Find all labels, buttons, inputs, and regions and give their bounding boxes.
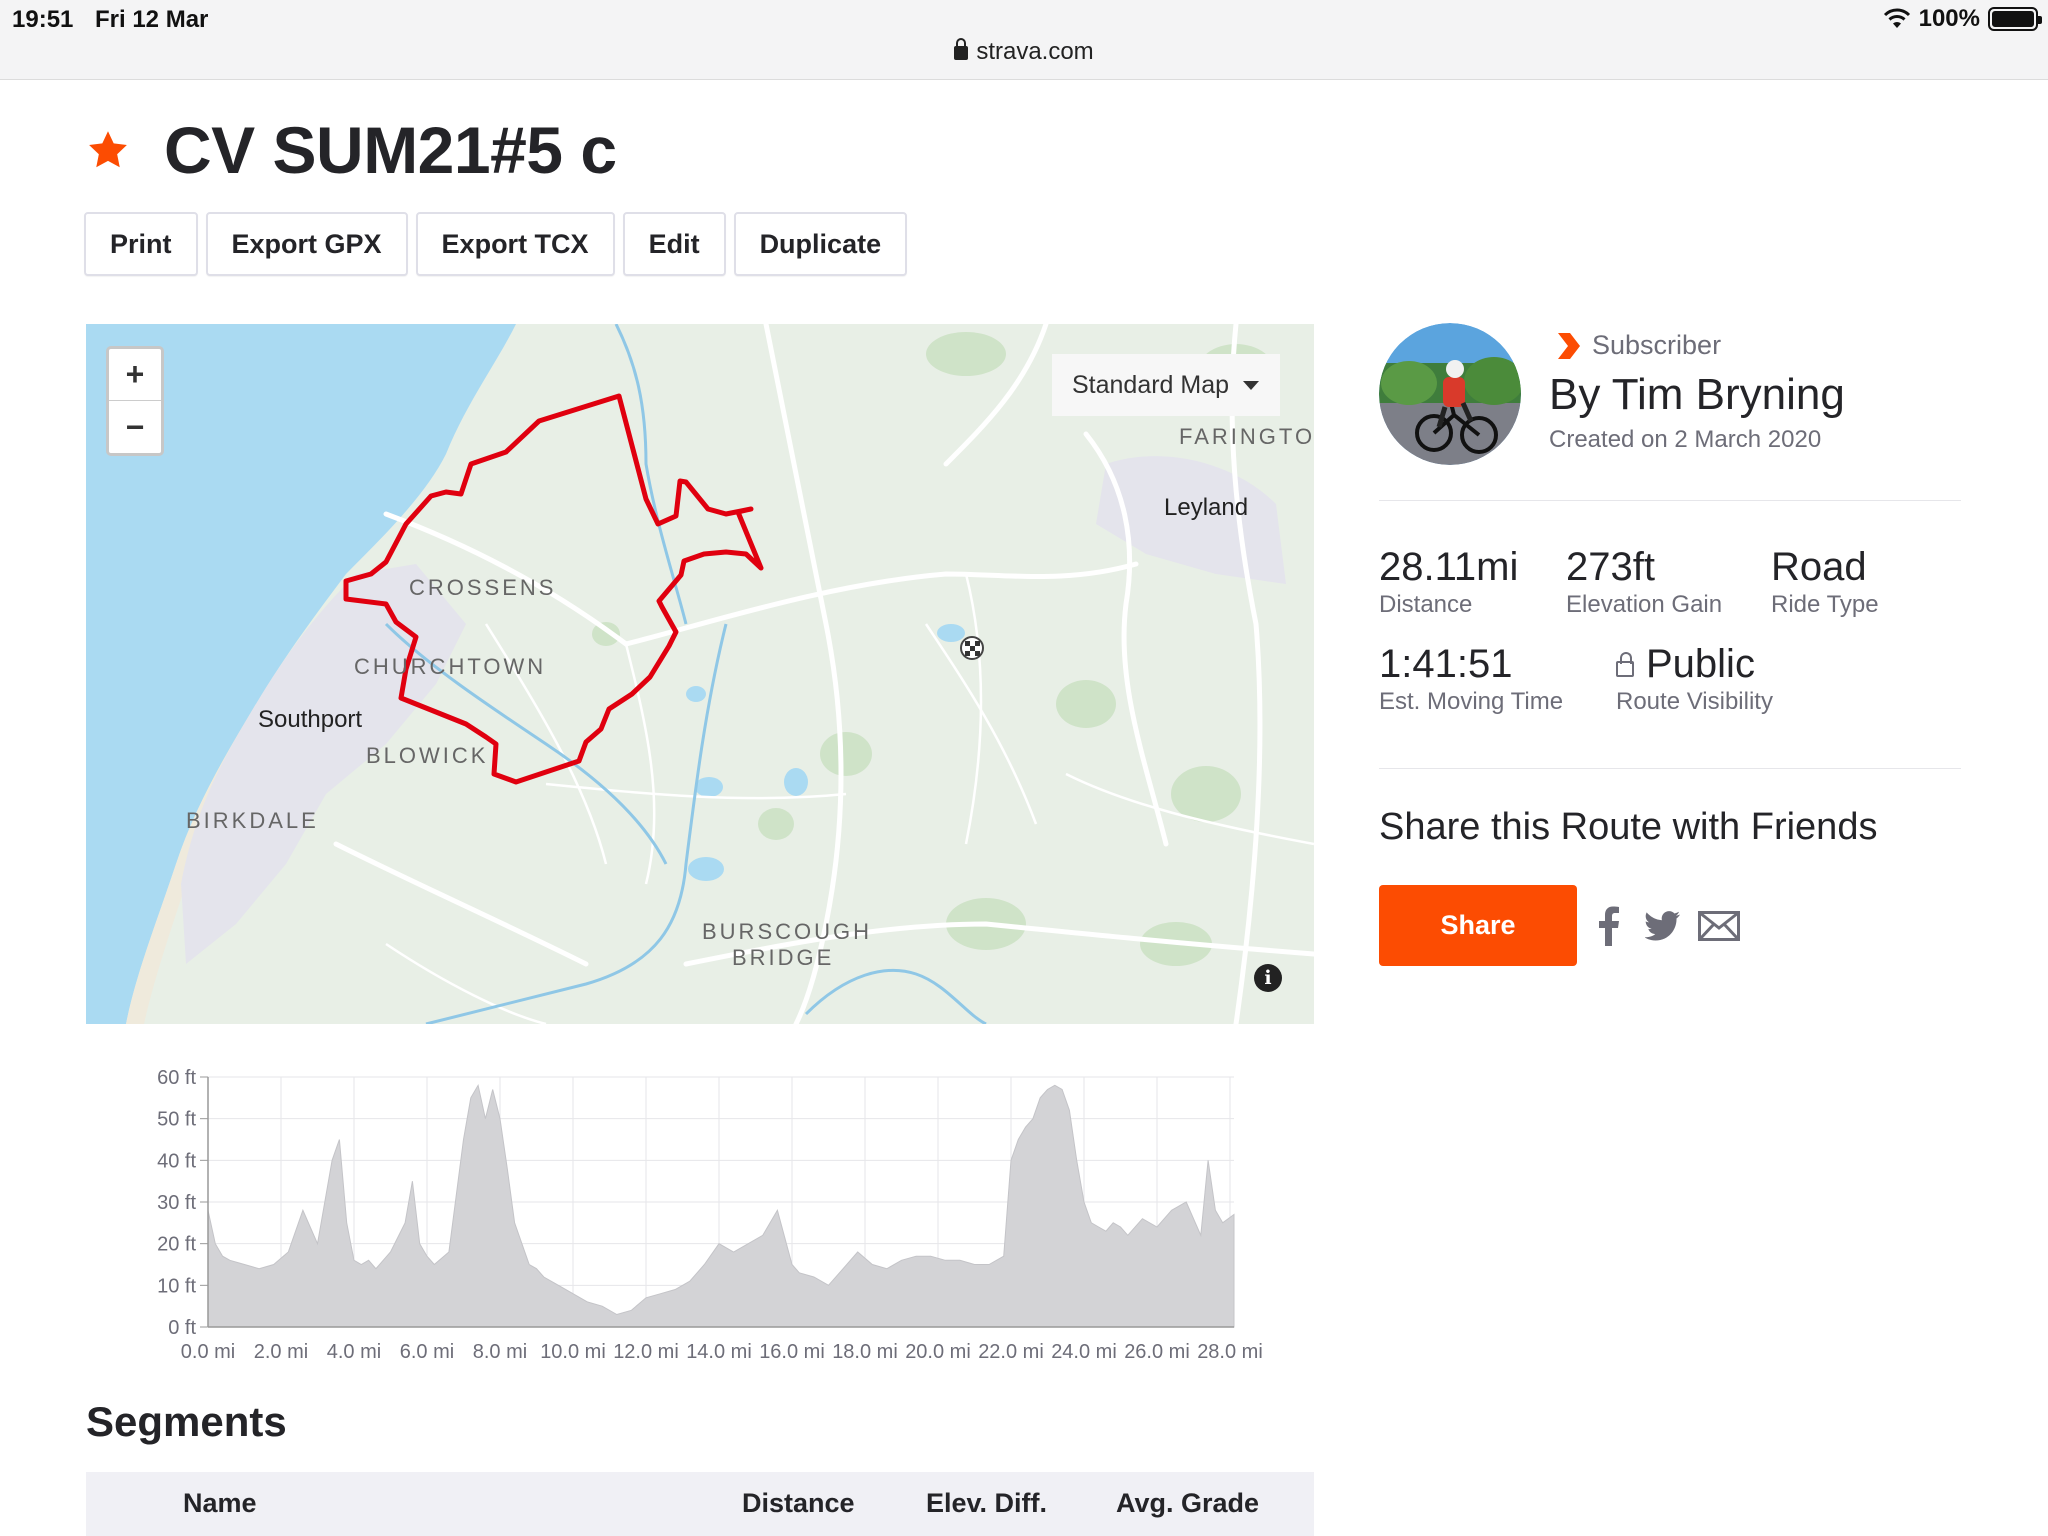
stat-ride-type: Road Ride Type [1771, 545, 1879, 619]
stat-moving-time: 1:41:51 Est. Moving Time [1379, 642, 1563, 716]
segments-title: Segments [86, 1398, 287, 1445]
title-row: CV SUM21#5 c [86, 112, 617, 188]
facebook-icon[interactable] [1587, 904, 1631, 948]
page-title: CV SUM21#5 c [164, 113, 617, 187]
column-name[interactable]: Name [183, 1488, 257, 1519]
stat-distance: 28.11mi Distance [1379, 545, 1518, 619]
url-bar[interactable]: strava.com [0, 38, 2048, 66]
divider [1379, 768, 1961, 769]
x-tick-label: 4.0 mi [327, 1341, 381, 1363]
status-right: 100% [1883, 5, 2042, 33]
print-button[interactable]: Print [84, 212, 198, 276]
x-tick-label: 2.0 mi [254, 1341, 308, 1363]
status-time: 19:51 [12, 6, 74, 33]
zoom-control: + − [106, 346, 164, 456]
stat-visibility-label: Route Visibility [1616, 688, 1773, 715]
x-tick-label: 18.0 mi [832, 1341, 898, 1363]
map-label-bridge: BRIDGE [732, 945, 835, 970]
segments-table-header: Name Distance Elev. Diff. Avg. Grade [86, 1472, 1314, 1536]
status-date: Fri 12 Mar [95, 6, 209, 33]
zoom-out-button[interactable]: − [109, 401, 161, 453]
map-label-birkdale: BIRKDALE [186, 808, 319, 833]
email-icon[interactable] [1697, 904, 1741, 948]
map-type-dropdown[interactable]: Standard Map [1052, 354, 1280, 416]
stat-distance-label: Distance [1379, 591, 1473, 618]
export-gpx-button[interactable]: Export GPX [205, 212, 408, 276]
lock-icon [954, 38, 969, 60]
y-tick-label: 40 ft [157, 1150, 196, 1172]
stat-moving-time-value: 1:41:51 [1379, 642, 1513, 686]
x-tick-label: 0.0 mi [181, 1341, 235, 1363]
column-avg-grade[interactable]: Avg. Grade [1116, 1488, 1259, 1519]
map-label-churchtown: CHURCHTOWN [354, 654, 547, 679]
map-label-southport: Southport [258, 706, 363, 733]
created-date: Created on 2 March 2020 [1549, 426, 1822, 453]
map-label-leyland: Leyland [1164, 494, 1249, 521]
map-label-blowick: BLOWICK [366, 743, 489, 768]
stat-ride-type-value: Road [1771, 545, 1867, 589]
export-tcx-button[interactable]: Export TCX [415, 212, 615, 276]
subscriber-badge: Subscriber [1592, 330, 1722, 360]
y-tick-label: 20 ft [157, 1234, 196, 1256]
y-tick-label: 0 ft [168, 1317, 196, 1339]
info-icon[interactable]: i [1254, 964, 1282, 992]
map-label-crossens: CROSSENS [409, 575, 557, 600]
battery-icon [1988, 7, 2042, 31]
elevation-chart[interactable]: 0 ft 10 ft 20 ft 30 ft 40 ft 50 ft 60 ft 0.0 mi… [86, 1050, 1314, 1370]
twitter-icon[interactable] [1641, 904, 1685, 948]
y-tick-label: 10 ft [157, 1275, 196, 1297]
subscriber-row: Subscriber [1556, 330, 1721, 361]
share-button[interactable]: Share [1379, 885, 1577, 966]
stat-distance-value: 28.11mi [1379, 545, 1519, 589]
x-tick-label: 12.0 mi [613, 1341, 679, 1363]
x-tick-label: 22.0 mi [978, 1341, 1044, 1363]
wifi-icon [1883, 8, 1910, 28]
star-icon[interactable] [86, 128, 130, 172]
x-tick-label: 26.0 mi [1124, 1341, 1190, 1363]
author-name[interactable]: By Tim Bryning [1549, 370, 1845, 420]
stat-elevation-value: 273ft [1566, 545, 1655, 589]
x-tick-label: 14.0 mi [686, 1341, 752, 1363]
column-elev-diff[interactable]: Elev. Diff. [926, 1488, 1047, 1519]
map-base [86, 324, 1314, 1024]
y-tick-label: 30 ft [157, 1192, 196, 1214]
x-tick-label: 24.0 mi [1051, 1341, 1117, 1363]
map-type-label: Standard Map [1072, 370, 1230, 399]
y-tick-label: 50 ft [157, 1109, 196, 1131]
route-map[interactable]: + − Standard Map FARINGTON Leyland CROSS… [86, 324, 1314, 1024]
lock-icon [1616, 652, 1634, 677]
y-tick-label: 60 ft [157, 1067, 196, 1089]
elevation-area [207, 1083, 1235, 1328]
stat-visibility: Public Route Visibility [1616, 642, 1773, 716]
edit-button[interactable]: Edit [622, 212, 726, 276]
chevron-right-icon [1558, 332, 1580, 359]
x-tick-label: 28.0 mi [1197, 1341, 1263, 1363]
chevron-down-icon [1243, 380, 1260, 390]
stat-visibility-value: Public [1646, 642, 1755, 686]
url-text: strava.com [976, 38, 1094, 65]
stat-ride-type-label: Ride Type [1771, 591, 1879, 618]
avatar[interactable] [1379, 323, 1521, 465]
x-tick-label: 6.0 mi [400, 1341, 454, 1363]
map-label-burscough: BURSCOUGH [702, 919, 873, 944]
zoom-in-button[interactable]: + [109, 349, 161, 401]
battery-percent: 100% [1918, 5, 1980, 32]
stat-visibility-row: Public [1616, 642, 1773, 686]
divider [1379, 500, 1961, 501]
x-tick-label: 8.0 mi [473, 1341, 527, 1363]
stat-moving-time-label: Est. Moving Time [1379, 688, 1564, 715]
x-tick-label: 16.0 mi [759, 1341, 825, 1363]
share-title: Share this Route with Friends [1379, 806, 1878, 848]
x-tick-label: 20.0 mi [905, 1341, 971, 1363]
duplicate-button[interactable]: Duplicate [733, 212, 908, 276]
stat-elevation: 273ft Elevation Gain [1566, 545, 1722, 619]
toolbar: Print Export GPX Export TCX Edit Duplica… [84, 212, 908, 276]
map-label-farington: FARINGTON [1179, 424, 1314, 449]
column-distance[interactable]: Distance [742, 1488, 855, 1519]
stat-elevation-label: Elevation Gain [1566, 591, 1723, 618]
x-tick-label: 10.0 mi [540, 1341, 606, 1363]
ios-status-bar: 19:51 Fri 12 Mar 100% strava.com [0, 0, 2048, 80]
